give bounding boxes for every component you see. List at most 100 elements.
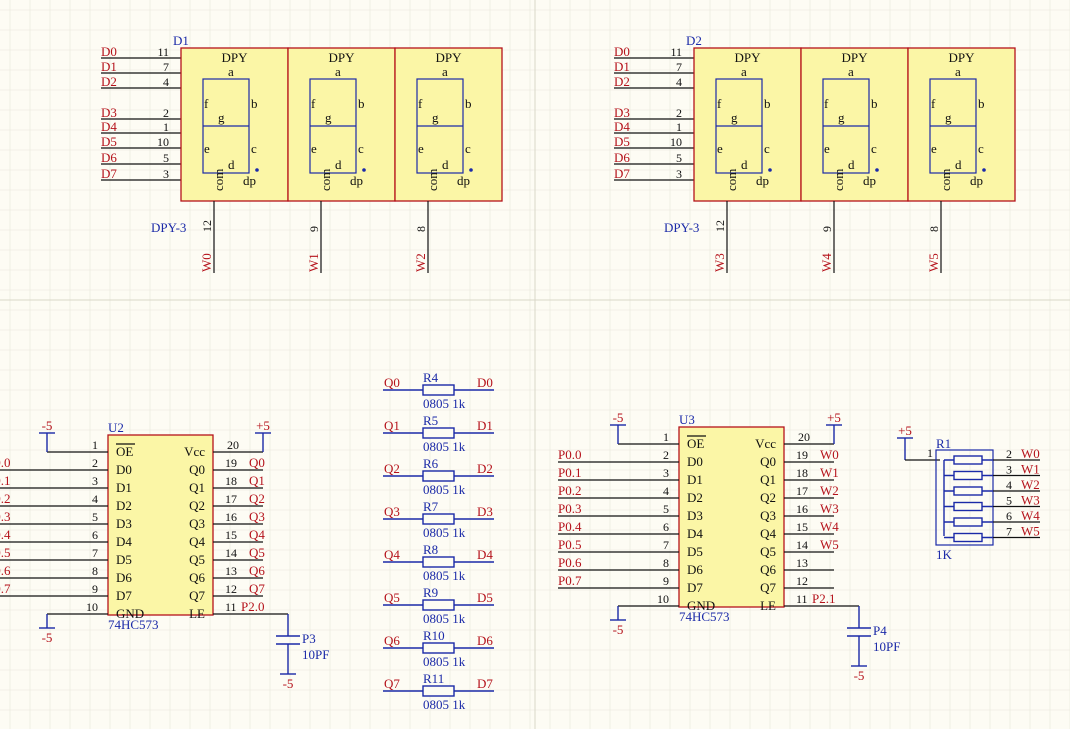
segment-g: g: [432, 110, 439, 125]
pin-number: 7: [92, 546, 98, 560]
pin-number: 4: [163, 75, 169, 89]
common-pin-number: 12: [200, 220, 214, 232]
segment-b: b: [871, 96, 878, 111]
pin-number: 4: [676, 75, 682, 89]
net-label: D6: [614, 150, 630, 165]
net-label: W1: [1021, 462, 1040, 477]
pin-name: Q5: [189, 552, 205, 567]
net-label: D2: [477, 461, 493, 476]
network-resistor: [953, 501, 983, 512]
pin-number: 13: [225, 564, 237, 578]
pin-number: 7: [1006, 525, 1012, 539]
pin-name: Q2: [760, 490, 776, 505]
digit-0: DPYa b c d e fg dp com 12 W0: [180, 47, 289, 273]
segment-c: c: [764, 141, 770, 156]
display-modules: D1DPY-3D011D17D24D32D41D510D65D73abcdefg…: [101, 33, 1016, 273]
segment-a: a: [741, 64, 747, 79]
com-label: com: [211, 169, 226, 191]
net-label: P2.1: [812, 591, 835, 606]
pin-number: 12: [796, 574, 808, 588]
segment-b: b: [251, 96, 258, 111]
pin-number: 10: [657, 592, 669, 606]
pin-number: 2: [676, 106, 682, 120]
com-label: com: [938, 169, 953, 191]
pin-name: Q1: [760, 472, 776, 487]
segment-a: a: [335, 64, 341, 79]
pin-number: 5: [163, 151, 169, 165]
net-label: P0.1: [0, 473, 10, 488]
network-resistor: [953, 486, 983, 496]
pin-number: 2: [1006, 447, 1012, 461]
common-net-label: W1: [306, 253, 321, 272]
net-label: Q4: [384, 547, 400, 562]
resistor-body: [422, 685, 455, 697]
resistor-r6: Q2 D2 R6 0805 1k: [383, 456, 494, 497]
pin-number: 5: [663, 502, 669, 516]
segment-c: c: [358, 141, 364, 156]
value: 0805 1k: [423, 525, 466, 540]
net-label: P0.4: [558, 519, 582, 534]
segment-f: f: [204, 96, 209, 111]
net-label: D1: [477, 418, 493, 433]
net-label: P0.2: [558, 483, 581, 498]
digit-body: [287, 47, 396, 202]
net-label: P0.4: [0, 527, 11, 542]
pin-number: 20: [227, 438, 239, 452]
common-pin-number: 12: [713, 220, 727, 232]
net-label: P0.3: [0, 509, 10, 524]
pin-number: 4: [663, 484, 669, 498]
pin-number: 19: [796, 448, 808, 462]
power-label: -5: [283, 676, 294, 691]
value: 0805 1k: [423, 654, 466, 669]
pin-number: 10: [86, 600, 98, 614]
net-label: D5: [101, 134, 117, 149]
pin-number: 15: [796, 520, 808, 534]
pin-number: 1: [676, 120, 682, 134]
power-label: -5: [42, 630, 53, 645]
part-name: DPY-3: [151, 220, 186, 235]
net-label: D4: [101, 119, 117, 134]
display-module-d1: D1DPY-3D011D17D24D32D41D510D65D73abcdefg…: [101, 33, 503, 273]
net-label: P0.3: [558, 501, 581, 516]
pin-number: 17: [796, 484, 808, 498]
pin-name: D2: [116, 498, 132, 513]
net-label: W3: [1021, 493, 1040, 508]
pin-number: 2: [663, 448, 669, 462]
power-label: -5: [613, 410, 624, 425]
dp-dot: [469, 168, 473, 172]
value: 0805 1k: [423, 482, 466, 497]
pin-number: 14: [796, 538, 808, 552]
resistor-body: [422, 599, 455, 611]
pin-name: Q6: [189, 570, 205, 585]
dp-dot: [982, 168, 986, 172]
segment-e: e: [717, 141, 723, 156]
segment-g: g: [218, 110, 225, 125]
pin-name: LE: [189, 606, 205, 621]
com-label: com: [831, 169, 846, 191]
display-module-d2: D2DPY-3D011D17D24D32D41D510D65D73abcdefg…: [614, 33, 1016, 273]
pin-number: 3: [163, 167, 169, 181]
segment-d: d: [335, 157, 342, 172]
common-pin-number: 8: [927, 226, 941, 232]
schematic-sheet: D1DPY-3D011D17D24D32D41D510D65D73abcdefg…: [0, 0, 1070, 729]
segment-a: a: [955, 64, 961, 79]
pin-name: Q4: [760, 526, 776, 541]
pin-number: 5: [1006, 494, 1012, 508]
pin-number: 7: [163, 60, 169, 74]
segment-dp: dp: [457, 173, 470, 188]
net-label: Q6: [384, 633, 400, 648]
net-label: D4: [614, 119, 630, 134]
value: 0805 1k: [423, 611, 466, 626]
pin-number: 2: [163, 106, 169, 120]
net-label: Q5: [249, 545, 265, 560]
network-resistor: [953, 517, 983, 527]
designator: R5: [423, 413, 438, 428]
network-resistor: [953, 532, 983, 543]
designator: R11: [423, 671, 444, 686]
net-label: D7: [614, 166, 630, 181]
resistor-r4: Q0 D0 R4 0805 1k: [383, 370, 494, 411]
pin-number: 1: [927, 446, 933, 460]
network-resistor: [953, 455, 983, 465]
net-label: P0.7: [0, 581, 11, 596]
net-label: D6: [101, 150, 117, 165]
